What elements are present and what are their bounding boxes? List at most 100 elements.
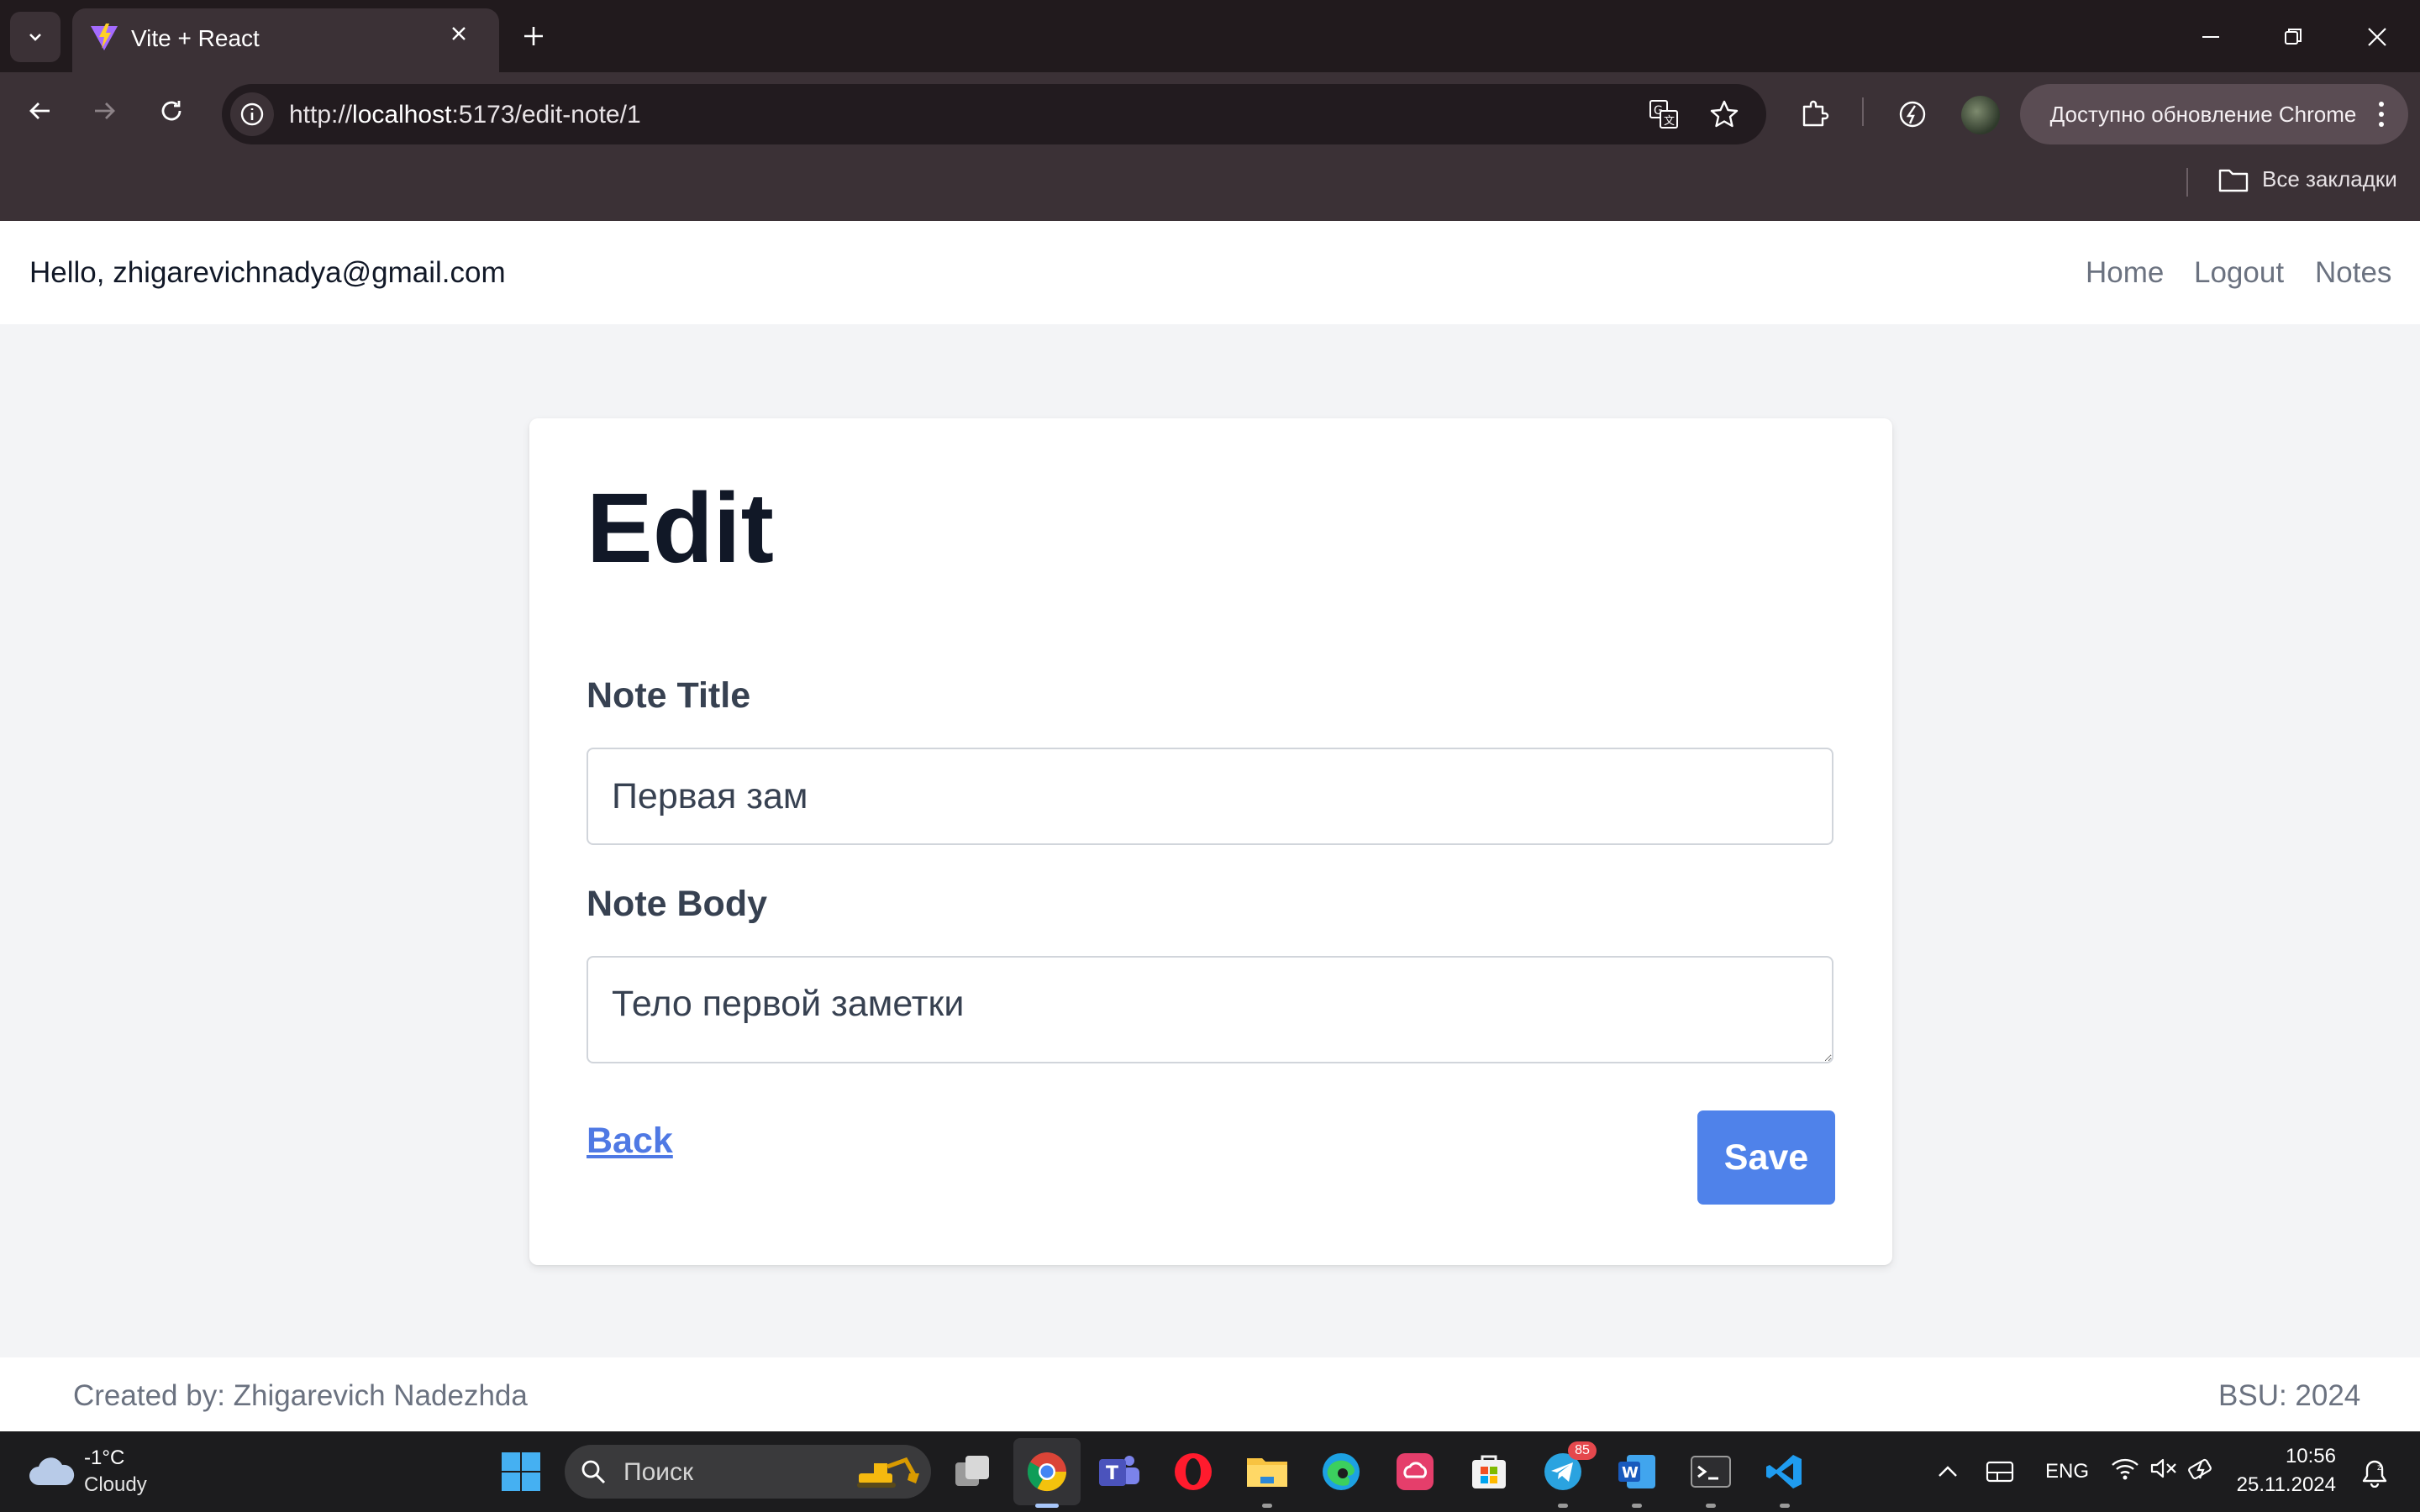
windows-taskbar: -1°C Cloudy Поиск T 85 W ENG 10:56 25.11… — [0, 1431, 2420, 1512]
restore-button[interactable] — [2274, 12, 2312, 62]
store-icon — [1472, 1455, 1506, 1488]
wifi-icon — [2112, 1458, 2139, 1480]
address-bar[interactable]: http://localhost:5173/edit-note/1 G文 — [222, 84, 1766, 144]
search-icon — [581, 1460, 606, 1484]
clock-date: 25.11.2024 — [2236, 1473, 2336, 1496]
terminal-taskbar-button[interactable] — [1686, 1446, 1736, 1497]
save-button[interactable]: Save — [1697, 1110, 1835, 1205]
speedometer-icon — [1899, 101, 1926, 128]
running-indicator — [1780, 1504, 1790, 1508]
tab-search-button[interactable] — [10, 12, 60, 62]
bookmark-star-button[interactable] — [1706, 96, 1743, 133]
vite-logo-icon — [89, 22, 119, 52]
task-view-icon — [955, 1456, 989, 1486]
reload-button[interactable] — [151, 91, 192, 131]
reload-icon — [161, 101, 182, 121]
touch-keyboard-button[interactable] — [1983, 1457, 2017, 1487]
user-greeting: Hello, zhigarevichnadya@gmail.com — [29, 256, 506, 289]
folder-icon — [2218, 169, 2249, 192]
all-bookmarks-button[interactable]: Все закладки — [2218, 166, 2397, 192]
translate-button[interactable]: G文 — [1645, 96, 1682, 133]
url-text: http://localhost:5173/edit-note/1 — [289, 101, 641, 129]
puzzle-icon — [1802, 100, 1829, 127]
opera-taskbar-button[interactable] — [1168, 1446, 1218, 1497]
page-title: Edit — [587, 473, 774, 584]
info-icon — [240, 102, 264, 126]
tray-overflow-button[interactable] — [1933, 1457, 1963, 1487]
chrome-update-button[interactable]: Доступно обновление Chrome — [2020, 84, 2408, 144]
explorer-taskbar-button[interactable] — [1242, 1446, 1292, 1497]
performance-button[interactable] — [1892, 94, 1933, 134]
more-vert-icon — [2379, 102, 2384, 127]
notifications-button[interactable]: z — [2358, 1457, 2391, 1490]
task-view-button[interactable] — [948, 1446, 998, 1497]
footer-copyright: BSU: 2024 — [2218, 1379, 2361, 1412]
tab-close-button[interactable] — [442, 17, 476, 50]
forward-nav-button[interactable] — [84, 91, 124, 131]
note-body-label: Note Body — [587, 884, 767, 924]
star-icon — [1710, 100, 1739, 128]
bookmarks-divider — [2186, 168, 2188, 197]
chrome-taskbar-button[interactable] — [1022, 1446, 1072, 1497]
teams-taskbar-button[interactable]: T — [1094, 1446, 1144, 1497]
clock[interactable]: 10:56 25.11.2024 — [2235, 1445, 2336, 1497]
weather-temp: -1°C — [84, 1446, 125, 1469]
vscode-taskbar-button[interactable] — [1760, 1446, 1810, 1497]
note-body-textarea[interactable]: Тело первой заметки — [587, 956, 1833, 1063]
note-title-input[interactable] — [587, 748, 1833, 845]
vscode-icon — [1766, 1455, 1802, 1488]
tab-title: Vite + React — [131, 25, 260, 51]
weather-condition: Cloudy — [84, 1473, 147, 1496]
taskbar-search[interactable]: Поиск — [565, 1445, 931, 1499]
store-taskbar-button[interactable] — [1464, 1446, 1514, 1497]
input-language[interactable]: ENG — [2045, 1460, 2089, 1483]
svg-text:文: 文 — [1664, 115, 1675, 128]
chevron-up-icon — [1939, 1466, 1957, 1477]
nav-notes-link[interactable]: Notes — [2315, 256, 2391, 290]
start-button[interactable] — [496, 1446, 546, 1497]
telegram-unread-badge: 85 — [1568, 1441, 1597, 1460]
edit-note-card: Edit Note Title Note Body Тело первой за… — [529, 418, 1892, 1265]
running-indicator — [1706, 1504, 1716, 1508]
toolbar-divider — [1862, 97, 1864, 126]
creative-cloud-icon — [1397, 1453, 1434, 1490]
terminal-icon — [1691, 1456, 1731, 1488]
edge-taskbar-button[interactable] — [1316, 1446, 1366, 1497]
svg-text:z: z — [2377, 1463, 2381, 1473]
browser-tabstrip: Vite + React — [0, 0, 2420, 72]
running-indicator — [1632, 1504, 1642, 1508]
nav-logout-link[interactable]: Logout — [2194, 256, 2284, 290]
new-tab-button[interactable] — [514, 17, 553, 55]
close-icon — [452, 27, 466, 40]
word-taskbar-button[interactable]: W — [1612, 1446, 1662, 1497]
telegram-taskbar-button[interactable]: 85 — [1538, 1441, 1597, 1497]
bell-snooze-icon: z — [2362, 1460, 2387, 1488]
profile-avatar[interactable] — [1961, 96, 2000, 134]
app-header: Hello, zhigarevichnadya@gmail.com Home L… — [0, 221, 2420, 324]
close-window-button[interactable] — [2358, 12, 2396, 62]
site-info-button[interactable] — [230, 92, 274, 136]
quick-settings-button[interactable] — [2111, 1457, 2217, 1480]
battery-charging-icon — [2188, 1458, 2212, 1480]
teams-icon: T — [1099, 1456, 1139, 1486]
nav-home-link[interactable]: Home — [2086, 256, 2164, 290]
restore-icon — [2285, 29, 2302, 45]
cloud-icon — [29, 1457, 75, 1485]
windows-logo-icon — [502, 1452, 540, 1491]
extensions-button[interactable] — [1795, 94, 1835, 134]
minimize-button[interactable] — [2191, 12, 2230, 62]
excavator-icon — [857, 1457, 919, 1488]
back-nav-button[interactable] — [20, 91, 60, 131]
chrome-icon — [1027, 1452, 1067, 1492]
creative-cloud-taskbar-button[interactable] — [1390, 1446, 1440, 1497]
edge-icon — [1323, 1453, 1360, 1490]
browser-tab[interactable]: Vite + React — [72, 8, 499, 72]
translate-icon: G文 — [1649, 100, 1678, 129]
all-bookmarks-label: Все закладки — [2262, 166, 2397, 192]
update-chip-label: Доступно обновление Chrome — [2049, 101, 2357, 127]
keyboard-icon — [1986, 1461, 2014, 1483]
chevron-down-icon — [29, 34, 41, 41]
opera-icon — [1175, 1453, 1212, 1490]
browser-toolbar: http://localhost:5173/edit-note/1 G文 Дос… — [0, 72, 2420, 221]
back-link[interactable]: Back — [587, 1121, 673, 1162]
